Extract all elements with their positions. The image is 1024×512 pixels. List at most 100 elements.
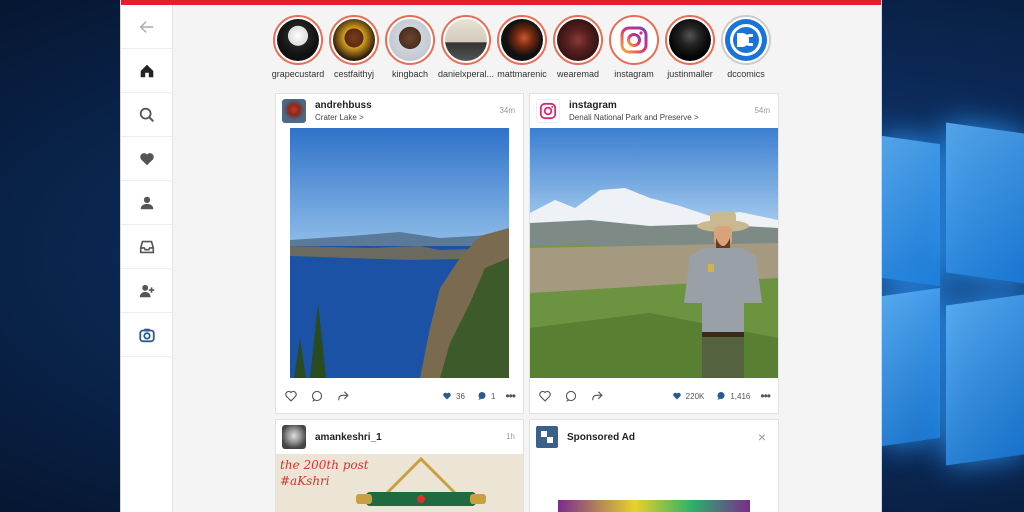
add-person-icon xyxy=(139,284,154,297)
image-hashtag-text: #aKshri xyxy=(280,474,330,488)
close-icon[interactable]: × xyxy=(758,429,766,445)
story-item[interactable]: mattmarenic xyxy=(497,15,547,79)
ad-banner xyxy=(558,500,750,512)
more-options-icon[interactable]: ••• xyxy=(505,389,516,403)
person-icon xyxy=(140,196,153,209)
instagram-logo-icon xyxy=(613,19,655,61)
avatar[interactable] xyxy=(282,99,306,123)
post-image[interactable] xyxy=(530,128,778,378)
chevron-right-icon: > xyxy=(693,113,699,122)
sponsored-ad-label: Sponsored Ad xyxy=(567,431,635,443)
dc-logo-icon xyxy=(725,19,767,61)
avatar[interactable] xyxy=(282,425,306,449)
story-item[interactable]: kingbach xyxy=(385,15,435,79)
comment-bubble-icon xyxy=(478,392,486,400)
story-username: kingbach xyxy=(391,69,429,79)
post-header: instagram Denali National Park and Prese… xyxy=(530,94,778,128)
story-item[interactable]: grapecustard xyxy=(272,15,324,79)
search-icon xyxy=(139,107,154,122)
sidebar xyxy=(121,5,173,512)
comment-icon[interactable] xyxy=(564,389,578,403)
chevron-right-icon: > xyxy=(359,113,364,122)
nav-find-people[interactable] xyxy=(121,269,172,313)
heart-icon xyxy=(672,392,681,400)
story-username: grapecustard xyxy=(271,69,325,79)
story-item[interactable]: danielxperal... xyxy=(438,15,494,79)
story-username: danielxperal... xyxy=(437,69,495,79)
story-ring xyxy=(553,15,603,65)
heart-outline-icon[interactable] xyxy=(284,389,298,403)
home-icon xyxy=(140,64,153,77)
heart-outline-icon[interactable] xyxy=(538,389,552,403)
feed: grapecustard cestfaithyj kingbach daniel… xyxy=(173,5,881,512)
back-button[interactable] xyxy=(121,5,172,49)
story-ring xyxy=(609,15,659,65)
nav-inbox[interactable] xyxy=(121,225,172,269)
share-icon[interactable] xyxy=(590,389,604,403)
avatar xyxy=(277,19,319,61)
avatar xyxy=(501,19,543,61)
instagram-app-window: grapecustard cestfaithyj kingbach daniel… xyxy=(120,0,882,512)
heart-icon xyxy=(443,392,451,400)
comment-count[interactable]: 1 xyxy=(491,392,495,401)
story-ring xyxy=(441,15,491,65)
like-count[interactable]: 36 xyxy=(456,392,465,401)
instagram-logo-icon[interactable] xyxy=(536,99,560,123)
windows-logo xyxy=(882,122,1024,466)
heart-icon xyxy=(139,152,154,165)
post-username[interactable]: amankeshri_1 xyxy=(315,432,382,443)
story-username: mattmarenic xyxy=(497,69,547,79)
post-location[interactable]: Denali National Park and Preserve > xyxy=(569,113,699,122)
stories-bar: grapecustard cestfaithyj kingbach daniel… xyxy=(272,15,771,79)
inbox-icon xyxy=(139,240,154,253)
post-actions: 36 1 ••• xyxy=(276,379,523,413)
story-item[interactable]: instagram xyxy=(609,15,659,79)
story-item[interactable]: justinmaller xyxy=(665,15,715,79)
like-count[interactable]: 220K xyxy=(686,392,705,401)
avatar xyxy=(557,19,599,61)
post-timestamp: 1h xyxy=(506,432,515,441)
story-username: dccomics xyxy=(727,69,765,79)
story-username: wearemad xyxy=(556,69,600,79)
post-header: Sponsored Ad × xyxy=(530,420,778,454)
story-ring xyxy=(329,15,379,65)
post-card: andrehbuss Crater Lake > 34m 36 1 ••• xyxy=(275,93,524,414)
engagement-counts: 36 1 xyxy=(442,391,495,401)
post-card: amankeshri_1 1h the 200th post #aKshri xyxy=(275,419,524,512)
story-item[interactable]: cestfaithyj xyxy=(329,15,379,79)
nav-camera[interactable] xyxy=(121,313,172,357)
story-item[interactable]: dccomics xyxy=(721,15,771,79)
story-item[interactable]: wearemad xyxy=(553,15,603,79)
story-username: cestfaithyj xyxy=(333,69,375,79)
ad-image[interactable] xyxy=(530,454,778,512)
post-actions: 220K 1,416 ••• xyxy=(530,379,778,413)
post-username[interactable]: instagram xyxy=(569,100,699,111)
story-username: justinmaller xyxy=(667,69,713,79)
post-image[interactable]: the 200th post #aKshri xyxy=(276,454,523,512)
post-username[interactable]: andrehbuss xyxy=(315,100,372,111)
story-ring xyxy=(273,15,323,65)
nav-activity[interactable] xyxy=(121,137,172,181)
post-image[interactable] xyxy=(290,128,509,378)
story-ring xyxy=(385,15,435,65)
sponsored-ad-card: Sponsored Ad × xyxy=(529,419,779,512)
camera-icon xyxy=(138,328,155,342)
back-arrow-icon xyxy=(139,20,153,33)
story-ring xyxy=(721,15,771,65)
post-location[interactable]: Crater Lake > xyxy=(315,113,372,122)
share-icon[interactable] xyxy=(336,389,350,403)
story-ring xyxy=(497,15,547,65)
avatar xyxy=(389,19,431,61)
comment-icon[interactable] xyxy=(310,389,324,403)
location-text: Denali National Park and Preserve xyxy=(569,113,692,122)
nav-search[interactable] xyxy=(121,93,172,137)
nav-profile[interactable] xyxy=(121,181,172,225)
story-ring xyxy=(665,15,715,65)
comment-count[interactable]: 1,416 xyxy=(730,392,750,401)
story-username: instagram xyxy=(614,69,654,79)
nav-home[interactable] xyxy=(121,49,172,93)
comment-bubble-icon xyxy=(717,392,725,400)
more-options-icon[interactable]: ••• xyxy=(760,389,771,403)
engagement-counts: 220K 1,416 xyxy=(672,391,750,401)
avatar xyxy=(669,19,711,61)
